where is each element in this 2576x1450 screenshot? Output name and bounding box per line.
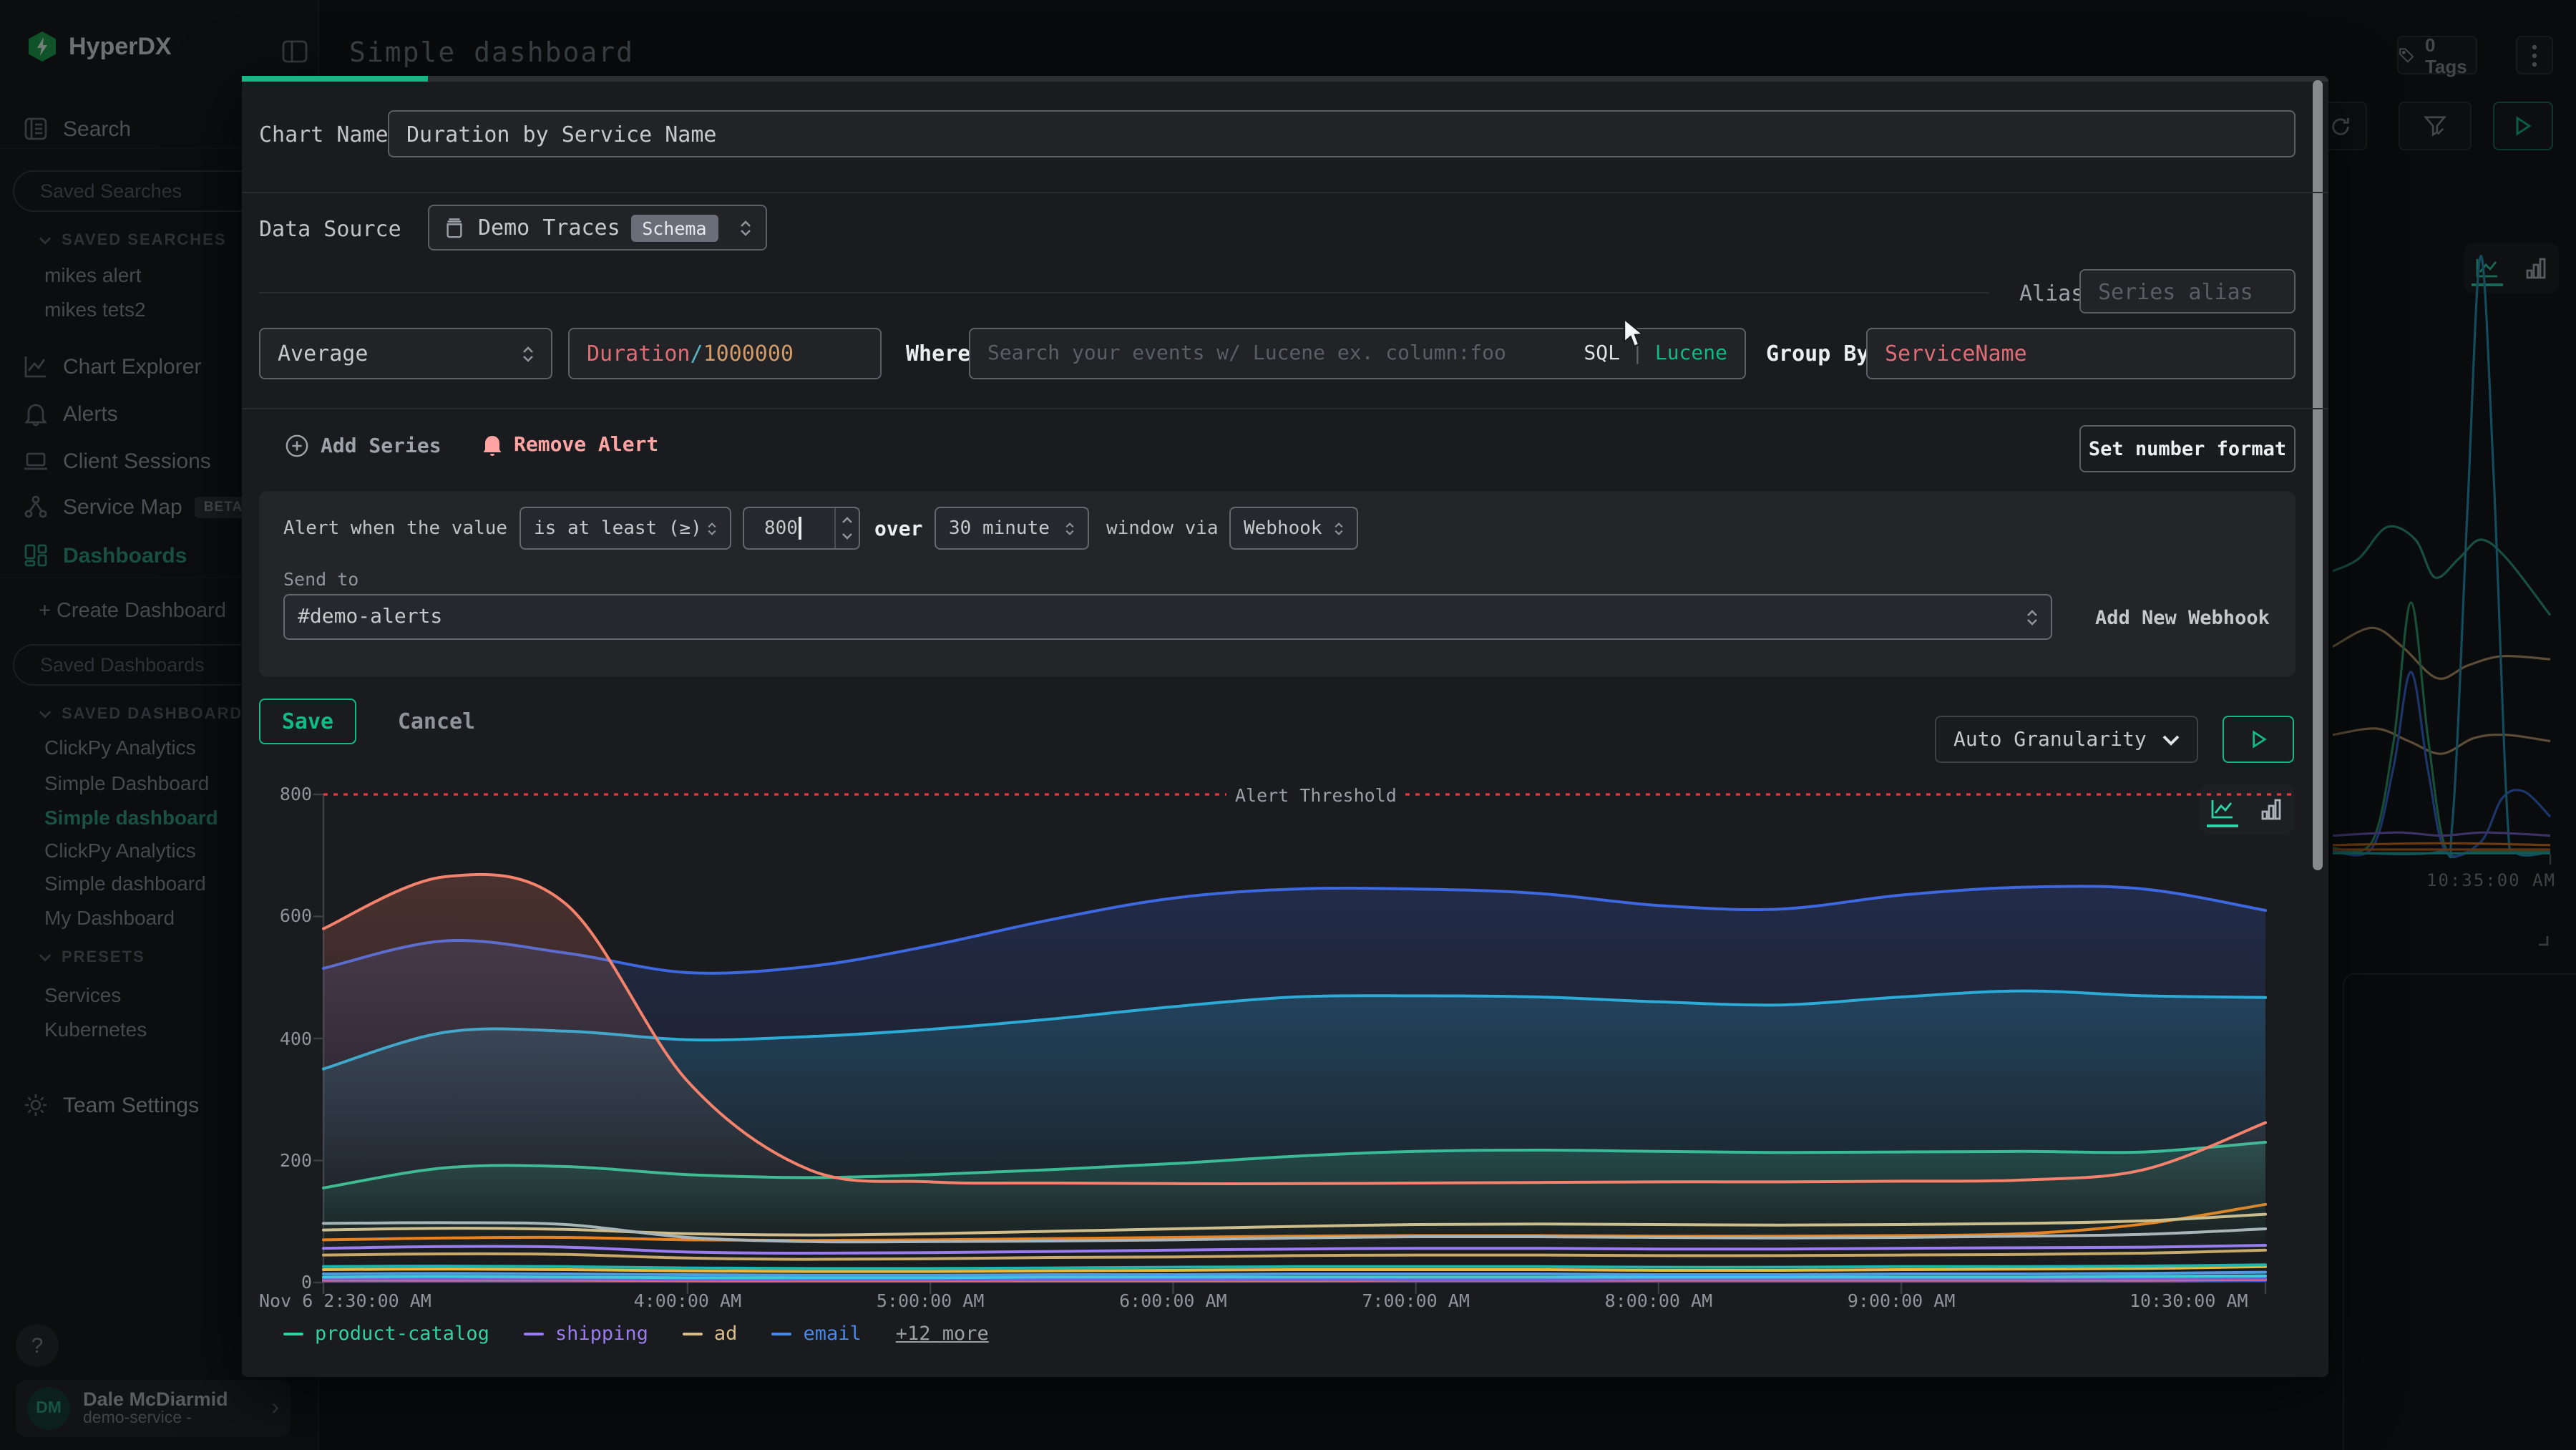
x-axis-label: 5:00:00 AM — [877, 1290, 985, 1311]
legend-swatch — [524, 1333, 544, 1336]
select-updown-icon — [740, 220, 751, 235]
divider — [259, 292, 1989, 293]
chart-name-field[interactable] — [388, 110, 2296, 157]
alias-input[interactable] — [2098, 278, 2277, 304]
alert-config-panel: Alert when the value is at least (≥) 800… — [259, 491, 2296, 677]
legend-swatch — [283, 1333, 303, 1336]
data-source-value: Demo Traces — [478, 215, 620, 240]
group-by-label: Group By — [1766, 341, 1870, 366]
alias-field[interactable] — [2079, 269, 2296, 313]
legend-label: shipping — [555, 1323, 648, 1346]
bell-icon — [482, 434, 502, 457]
duration-chart[interactable] — [306, 773, 2298, 1303]
legend-item[interactable]: ad — [683, 1323, 738, 1346]
over-label: over — [874, 518, 922, 541]
modal-scrollbar[interactable] — [2313, 80, 2323, 870]
select-updown-icon — [707, 522, 717, 535]
y-axis-label: 800 — [263, 783, 312, 804]
data-source-select[interactable]: Demo Traces Schema — [428, 205, 767, 250]
add-series-button[interactable]: Add Series — [285, 434, 441, 458]
divider — [242, 408, 2328, 409]
remove-alert-button[interactable]: Remove Alert — [482, 434, 658, 457]
alert-window-select[interactable]: 30 minute — [935, 507, 1089, 550]
legend-more-button[interactable]: +12 more — [896, 1323, 989, 1346]
alert-channel-select[interactable]: Webhook — [1229, 507, 1358, 550]
x-axis-label: 7:00:00 AM — [1362, 1290, 1470, 1311]
y-axis-label: 600 — [263, 905, 312, 927]
run-chart-button[interactable] — [2223, 716, 2294, 763]
alias-label: Alias — [2019, 281, 2084, 306]
chart-legend: product-catalog shipping ad email +12 more — [283, 1323, 989, 1346]
x-axis-label: 9:00:00 AM — [1848, 1290, 1956, 1311]
window-via-label: window via — [1106, 518, 1219, 540]
progress-track — [242, 76, 2328, 82]
set-number-format-button[interactable]: Set number format — [2079, 425, 2296, 472]
alert-threshold-label: Alert Threshold — [1226, 784, 1405, 806]
chart-name-input[interactable] — [406, 121, 2277, 147]
plus-circle-icon — [285, 434, 309, 458]
sql-toggle[interactable]: SQL — [1584, 342, 1620, 365]
granularity-select[interactable]: Auto Granularity — [1935, 716, 2198, 763]
x-axis-label: 10:30:00 AM — [2129, 1290, 2248, 1311]
legend-swatch — [683, 1333, 703, 1336]
play-icon — [2250, 730, 2266, 749]
database-icon — [444, 217, 465, 238]
legend-label: ad — [714, 1323, 738, 1346]
cancel-button[interactable]: Cancel — [394, 699, 479, 744]
select-updown-icon — [2026, 609, 2038, 625]
aggregation-select[interactable]: Average — [259, 328, 552, 379]
number-spinner[interactable] — [834, 508, 859, 548]
select-updown-icon — [1065, 522, 1075, 535]
field-expression-input[interactable]: Duration/1000000 — [568, 328, 882, 379]
y-axis-label: 400 — [263, 1027, 312, 1048]
app-root: HyperDX Search SAVED SEARCHES mikes aler… — [0, 0, 2576, 1450]
lucene-toggle[interactable]: Lucene — [1655, 342, 1727, 365]
chevron-down-icon — [2162, 734, 2180, 745]
select-updown-icon — [1334, 522, 1344, 535]
schema-badge: Schema — [630, 214, 718, 241]
legend-item[interactable]: product-catalog — [283, 1323, 489, 1346]
where-search-input[interactable] — [987, 342, 1584, 365]
add-new-webhook-button[interactable]: Add New Webhook — [2095, 607, 2270, 630]
alert-prefix-label: Alert when the value — [283, 518, 507, 540]
send-to-label: Send to — [283, 568, 358, 590]
legend-swatch — [771, 1333, 791, 1336]
legend-label: email — [803, 1323, 861, 1346]
save-button[interactable]: Save — [259, 699, 356, 744]
webhook-select[interactable]: #demo-alerts — [283, 594, 2052, 640]
alert-operator-select[interactable]: is at least (≥) — [519, 507, 731, 550]
alert-threshold-field[interactable]: 800 — [743, 507, 860, 550]
edit-chart-modal: Chart Name Data Source Demo Traces Schem… — [242, 76, 2328, 1377]
divider — [242, 192, 2328, 193]
x-axis-label: 6:00:00 AM — [1119, 1290, 1227, 1311]
select-updown-icon — [522, 346, 534, 361]
legend-item[interactable]: email — [771, 1323, 861, 1346]
mouse-cursor — [1623, 318, 1647, 349]
progress-bar — [242, 76, 428, 82]
legend-label: product-catalog — [315, 1323, 489, 1346]
x-axis-label: 4:00:00 AM — [634, 1290, 742, 1311]
x-axis-label: Nov 6 2:30:00 AM — [259, 1290, 431, 1311]
data-source-label: Data Source — [259, 216, 401, 242]
y-axis-label: 200 — [263, 1149, 312, 1171]
x-axis-label: 8:00:00 AM — [1605, 1290, 1713, 1311]
legend-item[interactable]: shipping — [524, 1323, 648, 1346]
where-label: Where — [906, 341, 970, 366]
text-caret — [799, 517, 801, 540]
chart-name-label: Chart Name — [259, 122, 389, 147]
group-by-field[interactable]: ServiceName — [1866, 328, 2296, 379]
